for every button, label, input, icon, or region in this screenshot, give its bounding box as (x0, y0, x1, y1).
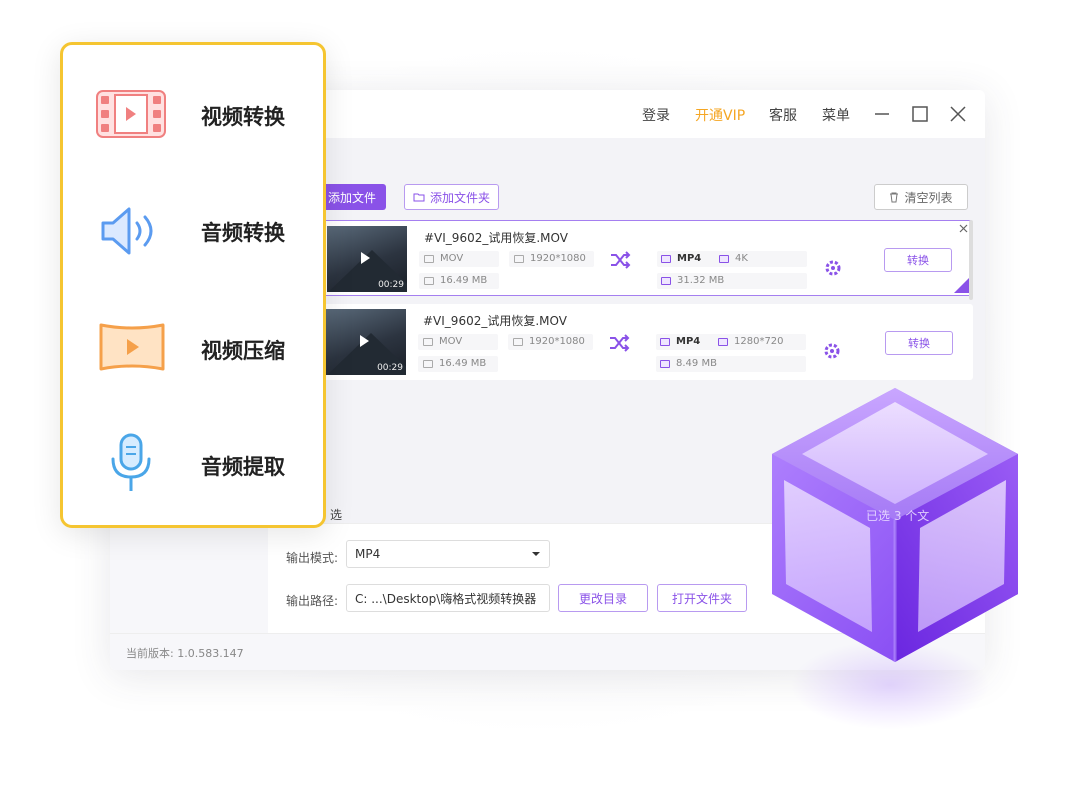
trash-icon (890, 192, 899, 202)
file-name: #VI_9602_试用恢复.MOV (424, 231, 568, 245)
format-icon (424, 254, 434, 263)
select-all-label: 选 (330, 508, 343, 522)
maximize-icon[interactable] (910, 104, 930, 124)
feature-menu: 视频转换 音频转换 视频压缩 音频提取 (60, 42, 326, 528)
out-size: 31.32 MB (661, 275, 724, 286)
folder-small-icon (660, 359, 670, 368)
output-mode-label: 输出模式: (286, 551, 339, 565)
play-icon (361, 252, 370, 264)
output-path-value: C: ...\Desktop\嗨格式视频转换器 (355, 591, 537, 606)
chevron-down-icon (532, 552, 540, 556)
resolution-icon (718, 337, 728, 346)
vip-link[interactable]: 开通VIP (695, 105, 745, 125)
duration: 00:29 (378, 280, 404, 290)
src-size: 16.49 MB (423, 358, 486, 369)
src-format: MOV (424, 253, 463, 264)
close-icon[interactable] (948, 104, 968, 124)
src-resolution: 1920*1080 (514, 253, 586, 264)
add-file-button[interactable]: 添加文件 (318, 184, 386, 210)
src-resolution: 1920*1080 (513, 336, 585, 347)
selected-count-text: 已选 3 个文 (866, 509, 930, 523)
out-format: MP4 (661, 253, 701, 264)
resolution-icon (514, 254, 524, 263)
folder-icon (413, 193, 425, 202)
service-link[interactable]: 客服 (769, 105, 797, 125)
settings-icon[interactable] (823, 342, 841, 360)
duration: 00:29 (377, 363, 403, 373)
folder-small-icon (423, 359, 433, 368)
add-folder-button[interactable]: 添加文件夹 (404, 184, 499, 210)
login-link[interactable]: 登录 (642, 105, 670, 125)
output-mode-select[interactable]: MP4 (346, 540, 550, 568)
src-size: 16.49 MB (424, 275, 487, 286)
folder-small-icon (424, 276, 434, 285)
convert-button[interactable]: 转换 (885, 331, 953, 355)
open-folder-label: 打开文件夹 (671, 591, 732, 606)
play-icon (360, 335, 369, 347)
format-icon (423, 337, 433, 346)
out-resolution: 1280*720 (718, 336, 784, 347)
video-thumbnail[interactable]: 00:29 (327, 226, 407, 292)
format-icon (661, 254, 671, 263)
video-film-icon (96, 90, 166, 138)
out-format: MP4 (660, 336, 700, 347)
shuffle-icon (610, 334, 630, 352)
output-path-label: 输出路径: (286, 594, 339, 608)
clear-list-button[interactable]: 清空列表 (874, 184, 968, 210)
speaker-icon (101, 207, 153, 255)
file-card[interactable]: 00:29 #VI_9602_试用恢复.MOV MOV 1920*1080 16… (318, 304, 973, 380)
shuffle-icon (611, 251, 631, 269)
folder-small-icon (661, 276, 671, 285)
minimize-icon[interactable] (872, 104, 892, 124)
change-dir-label: 更改目录 (578, 591, 627, 606)
scrollbar[interactable] (969, 220, 973, 300)
add-folder-label: 添加文件夹 (429, 190, 490, 205)
resolution-icon (719, 254, 729, 263)
out-size: 8.49 MB (660, 358, 717, 369)
clear-list-label: 清空列表 (904, 190, 953, 205)
video-thumbnail[interactable]: 00:29 (326, 309, 406, 375)
purple-cube-icon (772, 388, 1018, 662)
file-name: #VI_9602_试用恢复.MOV (423, 314, 567, 328)
feature-audio-extract[interactable]: 音频提取 (63, 407, 323, 525)
settings-icon[interactable] (824, 259, 842, 277)
output-path-field[interactable]: C: ...\Desktop\嗨格式视频转换器 (346, 584, 550, 612)
version-label: 当前版本: 1.0.583.147 (126, 647, 244, 660)
feature-video-convert[interactable]: 视频转换 (63, 53, 323, 171)
microphone-icon (111, 433, 151, 491)
open-folder-button[interactable]: 打开文件夹 (657, 584, 747, 612)
src-format: MOV (423, 336, 462, 347)
feature-video-compress[interactable]: 视频压缩 (63, 289, 323, 407)
feature-label: 视频转换 (201, 105, 285, 129)
resolution-icon (513, 337, 523, 346)
feature-audio-convert[interactable]: 音频转换 (63, 171, 323, 289)
format-icon (660, 337, 670, 346)
add-file-label: 添加文件 (327, 190, 376, 205)
selected-corner (954, 277, 970, 293)
feature-label: 音频提取 (201, 455, 285, 479)
menu-link[interactable]: 菜单 (822, 105, 850, 125)
change-dir-button[interactable]: 更改目录 (558, 584, 648, 612)
output-mode-value: MP4 (355, 547, 381, 561)
remove-icon[interactable] (959, 224, 968, 233)
feature-label: 音频转换 (201, 221, 285, 245)
feature-label: 视频压缩 (201, 339, 285, 363)
out-resolution: 4K (719, 253, 748, 264)
convert-button[interactable]: 转换 (884, 248, 952, 272)
video-compress-icon (99, 323, 165, 371)
file-card[interactable]: 00:29 #VI_9602_试用恢复.MOV MOV 1920*1080 16… (318, 220, 973, 296)
